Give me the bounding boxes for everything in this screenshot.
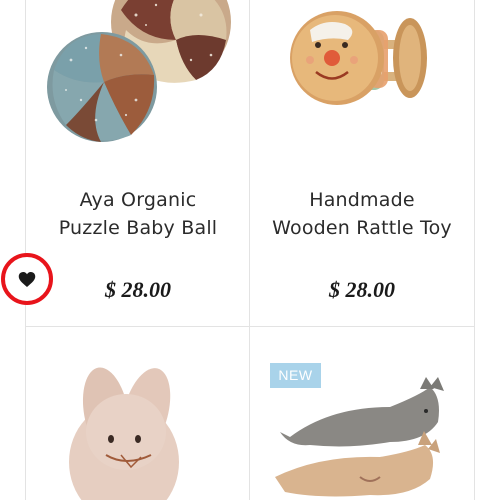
product-price: $ 28.00 bbox=[329, 277, 395, 302]
heart-icon[interactable] bbox=[18, 271, 36, 288]
cat-plush-image[interactable] bbox=[250, 327, 474, 500]
bunny-plush-image[interactable] bbox=[26, 327, 249, 500]
product-card-cats[interactable]: NEW bbox=[250, 327, 474, 500]
product-card-wooden-rattle[interactable]: Handmade Wooden Rattle Toy $ 28.00 bbox=[250, 0, 474, 326]
product-title[interactable]: Handmade Wooden Rattle Toy bbox=[247, 186, 477, 242]
product-title-line[interactable]: Handmade bbox=[247, 186, 477, 214]
new-badge: NEW bbox=[270, 363, 321, 388]
product-title[interactable]: Aya Organic Puzzle Baby Ball bbox=[23, 186, 253, 242]
wishlist-button[interactable] bbox=[1, 253, 53, 305]
puzzle-ball-image[interactable] bbox=[26, 0, 249, 150]
product-card-puzzle-ball[interactable]: Aya Organic Puzzle Baby Ball $ 28.00 bbox=[26, 0, 249, 326]
grid-divider bbox=[474, 0, 475, 500]
product-price: $ 28.00 bbox=[105, 277, 171, 302]
wooden-rattle-image[interactable] bbox=[250, 0, 474, 150]
product-card-bunny[interactable] bbox=[26, 327, 249, 500]
product-title-line[interactable]: Wooden Rattle Toy bbox=[247, 214, 477, 242]
wishlist-button-inner[interactable] bbox=[5, 257, 49, 301]
product-title-line[interactable]: Aya Organic bbox=[23, 186, 253, 214]
product-title-line[interactable]: Puzzle Baby Ball bbox=[23, 214, 253, 242]
